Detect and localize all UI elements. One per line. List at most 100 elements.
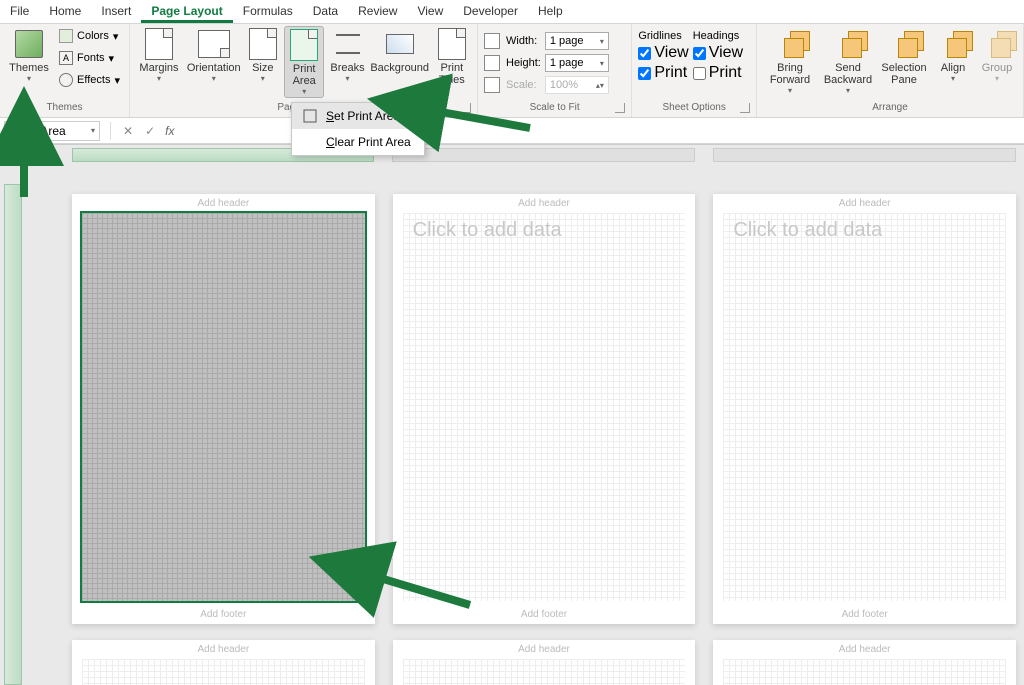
- page-body[interactable]: [403, 659, 686, 685]
- print-titles-button[interactable]: Print Titles: [433, 26, 471, 98]
- colors-button[interactable]: Colors ▾: [56, 26, 123, 46]
- tab-help[interactable]: Help: [528, 0, 573, 23]
- group-label: Group: [982, 62, 1013, 74]
- tab-home[interactable]: Home: [39, 0, 91, 23]
- margins-button[interactable]: Margins▾: [136, 26, 182, 98]
- width-label: Width:: [506, 35, 541, 47]
- horizontal-ruler[interactable]: [72, 148, 1016, 170]
- set-print-area-icon: [302, 108, 318, 124]
- page-body[interactable]: Click to add data: [723, 213, 1006, 601]
- page-6[interactable]: Add header: [713, 640, 1016, 685]
- page-header[interactable]: Add header: [393, 640, 696, 659]
- chevron-down-icon: ▾: [995, 74, 999, 83]
- page-layout-workspace: Add header Add footer Add header Click t…: [0, 144, 1024, 685]
- page-1[interactable]: Add header Add footer: [72, 194, 375, 624]
- annotation-arrow-3: [360, 560, 480, 625]
- colors-label: Colors: [77, 30, 109, 42]
- set-print-area-label: Set Print Area: [326, 109, 400, 123]
- page-footer[interactable]: Add footer: [713, 605, 1016, 624]
- gridlines-print-checkbox[interactable]: Print: [638, 64, 688, 82]
- fx-label[interactable]: fx: [161, 124, 178, 138]
- themes-button[interactable]: Themes ▾: [6, 26, 52, 98]
- scale-input: 100%▴▾: [545, 76, 609, 94]
- chevron-down-icon: ▾: [113, 30, 119, 43]
- fonts-button[interactable]: AFonts▾: [56, 48, 123, 68]
- size-button[interactable]: Size▾: [246, 26, 280, 98]
- print-area-button[interactable]: Print Area▾: [284, 26, 324, 98]
- page-header[interactable]: Add header: [72, 194, 375, 213]
- tab-review[interactable]: Review: [348, 0, 407, 23]
- group-button[interactable]: Group▾: [977, 26, 1017, 98]
- page-body[interactable]: Click to add data: [403, 213, 686, 601]
- page-header[interactable]: Add header: [713, 194, 1016, 213]
- background-icon: [386, 34, 414, 54]
- print-area-dropdown: Set Print Area Clear Print Area: [291, 102, 425, 156]
- page-body[interactable]: [82, 659, 365, 685]
- click-to-add-data: Click to add data: [413, 219, 562, 242]
- page-header[interactable]: Add header: [393, 194, 696, 213]
- group-themes: Themes ▾ Colors▾ AFonts▾ Effects▾ Themes: [0, 24, 130, 117]
- themes-icon: [15, 30, 43, 58]
- headings-heading: Headings: [693, 30, 743, 42]
- chevron-down-icon: ▾: [302, 87, 306, 96]
- bring-forward-button[interactable]: Bring Forward▾: [763, 26, 817, 98]
- page-header[interactable]: Add header: [72, 640, 375, 659]
- page-5[interactable]: Add header: [393, 640, 696, 685]
- tab-page-layout[interactable]: Page Layout: [141, 0, 232, 23]
- chevron-down-icon: ▾: [109, 52, 115, 65]
- tab-insert[interactable]: Insert: [91, 0, 141, 23]
- orientation-label: Orientation: [187, 62, 241, 74]
- selection-pane-button[interactable]: Selection Pane: [879, 26, 929, 98]
- gridlines-view-checkbox[interactable]: View: [638, 44, 688, 62]
- chevron-down-icon: ▾: [114, 74, 120, 87]
- send-backward-button[interactable]: Send Backward▾: [821, 26, 875, 98]
- chevron-down-icon: ▾: [91, 126, 95, 135]
- annotation-arrow-1: [420, 98, 540, 143]
- background-button[interactable]: Background: [371, 26, 429, 98]
- effects-button[interactable]: Effects ▾: [56, 70, 123, 90]
- chevron-down-icon: ▾: [212, 74, 216, 83]
- width-icon: [484, 33, 500, 49]
- chevron-down-icon: ▾: [27, 74, 31, 83]
- headings-view-checkbox[interactable]: View: [693, 44, 743, 62]
- tab-file[interactable]: File: [0, 0, 39, 23]
- page-body[interactable]: [723, 659, 1006, 685]
- group-label-themes: Themes: [6, 100, 123, 115]
- chevron-down-icon: ▾: [788, 86, 792, 95]
- print-area-selection[interactable]: [82, 213, 365, 601]
- effects-label: Effects: [77, 74, 110, 86]
- headings-print-checkbox[interactable]: Print: [693, 64, 743, 82]
- clear-print-area-item[interactable]: Clear Print Area: [292, 129, 424, 155]
- width-select[interactable]: 1 page▾: [545, 32, 609, 50]
- colors-icon: [59, 29, 73, 43]
- tab-data[interactable]: Data: [303, 0, 348, 23]
- tab-formulas[interactable]: Formulas: [233, 0, 303, 23]
- align-label: Align: [941, 62, 965, 74]
- align-icon: [940, 31, 966, 57]
- chevron-down-icon: ▾: [261, 74, 265, 83]
- page-header[interactable]: Add header: [713, 640, 1016, 659]
- tab-view[interactable]: View: [407, 0, 453, 23]
- page-3[interactable]: Add header Click to add data Add footer: [713, 194, 1016, 624]
- enter-formula-button[interactable]: ✓: [139, 124, 161, 138]
- page-footer[interactable]: Add footer: [72, 605, 375, 624]
- vertical-ruler[interactable]: [4, 184, 52, 685]
- fonts-icon: A: [59, 51, 73, 65]
- scale-launcher[interactable]: [615, 103, 625, 113]
- selection-pane-label: Selection Pane: [881, 62, 926, 86]
- page-4[interactable]: Add header: [72, 640, 375, 685]
- spinner-icon: ▴▾: [596, 81, 604, 90]
- cancel-formula-button[interactable]: ✕: [117, 124, 139, 138]
- scale-icon: [484, 77, 500, 93]
- orientation-button[interactable]: Orientation▾: [186, 26, 242, 98]
- tab-developer[interactable]: Developer: [453, 0, 528, 23]
- sheet-options-launcher[interactable]: [740, 103, 750, 113]
- name-box[interactable]: Print_Area▾: [4, 121, 100, 141]
- breaks-button[interactable]: Breaks▾: [328, 26, 366, 98]
- breaks-icon: [336, 34, 360, 54]
- effects-icon: [59, 73, 73, 87]
- height-select[interactable]: 1 page▾: [545, 54, 609, 72]
- annotation-arrow-2: [6, 142, 46, 207]
- set-print-area-item[interactable]: Set Print Area: [292, 103, 424, 129]
- align-button[interactable]: Align▾: [933, 26, 973, 98]
